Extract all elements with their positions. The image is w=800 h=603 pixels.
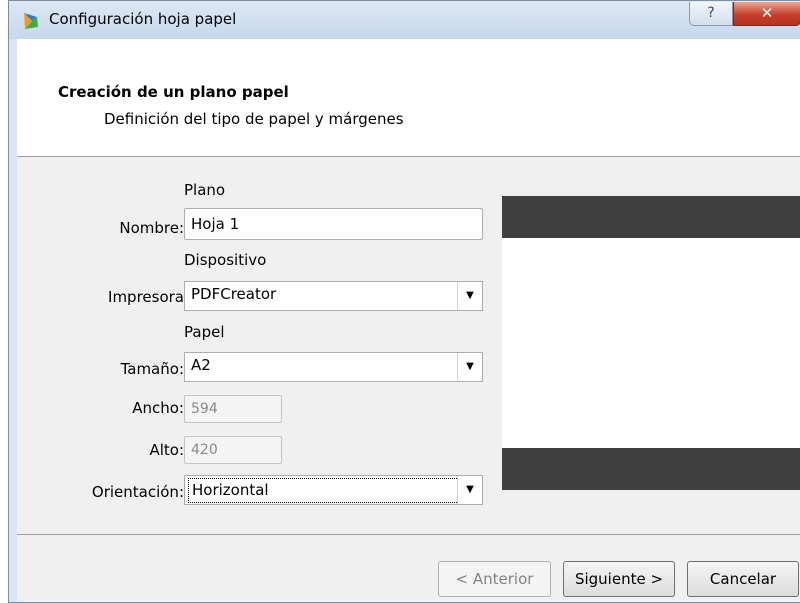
dialog-body: Creación de un plano papel Definición de… — [17, 39, 800, 602]
title-bar[interactable]: Configuración hoja papel ? ✕ — [9, 1, 800, 39]
ancho-input[interactable]: 594 — [184, 395, 282, 423]
header-title: Creación de un plano papel — [58, 83, 289, 101]
orientacion-value: Horizontal — [188, 478, 463, 503]
alto-label: Alto: — [149, 441, 184, 459]
impresora-label: Impresora — [108, 288, 184, 306]
chevron-down-icon[interactable]: ▼ — [457, 353, 482, 381]
orientacion-select[interactable]: Horizontal ▼ — [184, 475, 483, 505]
section-plano: Plano — [184, 181, 226, 199]
nombre-label: Nombre: — [119, 219, 184, 237]
ancho-label: Ancho: — [132, 399, 184, 417]
siguiente-button[interactable]: Siguiente > — [563, 561, 675, 597]
orientacion-label: Orientación: — [91, 483, 184, 501]
preview-top-band — [502, 196, 800, 238]
paper-preview — [502, 196, 800, 490]
section-papel: Papel — [184, 323, 225, 341]
tamano-label: Tamaño: — [120, 360, 184, 378]
app-logo-icon — [24, 13, 38, 29]
footer-separator — [17, 534, 800, 535]
tamano-value: A2 — [191, 356, 211, 374]
chevron-down-icon[interactable]: ▼ — [457, 476, 482, 504]
help-button[interactable]: ? — [689, 2, 733, 26]
header-subtitle: Definición del tipo de papel y márgenes — [104, 110, 404, 128]
impresora-value: PDFCreator — [191, 285, 277, 303]
alto-input[interactable]: 420 — [184, 436, 282, 464]
anterior-button[interactable]: < Anterior — [438, 561, 551, 597]
wizard-header: Creación de un plano papel Definición de… — [17, 39, 800, 157]
close-button[interactable]: ✕ — [733, 2, 800, 26]
impresora-select[interactable]: PDFCreator ▼ — [184, 281, 483, 311]
dialog-window: Configuración hoja papel ? ✕ Creación de… — [8, 0, 800, 603]
cancelar-button[interactable]: Cancelar — [687, 561, 799, 597]
preview-bottom-band — [502, 448, 800, 490]
window-title: Configuración hoja papel — [49, 10, 237, 28]
nombre-input[interactable]: Hoja 1 — [184, 208, 483, 240]
tamano-select[interactable]: A2 ▼ — [184, 352, 483, 382]
chevron-down-icon[interactable]: ▼ — [457, 282, 482, 310]
section-dispositivo: Dispositivo — [184, 251, 267, 269]
